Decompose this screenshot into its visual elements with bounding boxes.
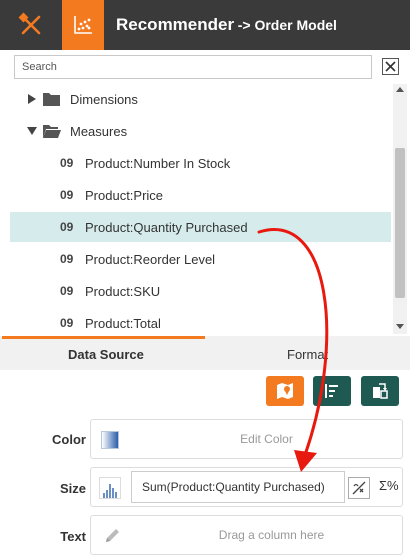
title-main: Recommender bbox=[116, 15, 235, 34]
scrollbar-thumb[interactable] bbox=[395, 148, 405, 298]
numeric-type-badge: 09 bbox=[60, 188, 74, 202]
measure-label: Product:Number In Stock bbox=[85, 155, 231, 171]
measure-label: Product:Total bbox=[85, 315, 161, 331]
measure-label: Product:Quantity Purchased bbox=[85, 219, 248, 235]
tab-data-source[interactable]: Data Source bbox=[68, 347, 144, 362]
title-subtitle: -> Order Model bbox=[237, 17, 337, 33]
sigma-percent-button[interactable]: Σ% bbox=[379, 478, 399, 493]
aggregate-formula-icon[interactable] bbox=[348, 477, 370, 499]
map-pin-icon bbox=[277, 383, 293, 399]
numeric-type-badge: 09 bbox=[60, 284, 74, 298]
open-folder-icon bbox=[43, 124, 61, 138]
clear-search-button[interactable] bbox=[382, 58, 399, 75]
tab-format[interactable]: Format bbox=[287, 347, 328, 362]
measure-item[interactable]: 09 Product:Reorder Level bbox=[10, 244, 391, 274]
tree-label-measures: Measures bbox=[70, 123, 128, 139]
close-icon bbox=[385, 61, 396, 72]
scatter-chart-icon bbox=[74, 16, 92, 34]
folder-icon bbox=[43, 92, 60, 106]
numeric-type-badge: 09 bbox=[60, 220, 74, 234]
size-field-pill[interactable]: Sum(Product:Quantity Purchased) bbox=[131, 471, 345, 503]
pencil-ruler-icon bbox=[18, 12, 41, 35]
text-dropzone[interactable]: Drag a column here bbox=[90, 515, 403, 555]
numeric-type-badge: 09 bbox=[60, 316, 74, 330]
caret-down-icon[interactable] bbox=[26, 125, 38, 137]
measure-item[interactable]: 09 Product:SKU bbox=[10, 276, 391, 306]
measure-item[interactable]: 09 Product:Total bbox=[10, 308, 391, 336]
color-label: Color bbox=[52, 432, 86, 447]
sort-bars-icon bbox=[325, 384, 338, 398]
drag-column-hint: Drag a column here bbox=[218, 528, 325, 542]
scroll-up-icon[interactable] bbox=[396, 86, 404, 94]
field-tree: Dimensions Measures 09 Product:Number In… bbox=[0, 84, 410, 336]
numeric-type-badge: 09 bbox=[60, 252, 74, 266]
app-window: Recommender -> Order Model Search Dimens… bbox=[0, 0, 410, 560]
page-title: Recommender -> Order Model bbox=[116, 15, 337, 35]
search-input[interactable]: Search bbox=[14, 55, 372, 79]
measure-item-selected[interactable]: 09 Product:Quantity Purchased bbox=[10, 212, 391, 242]
active-tab-indicator bbox=[2, 336, 205, 339]
tree-scrollbar[interactable] bbox=[393, 84, 407, 334]
size-chart-icon[interactable] bbox=[99, 477, 121, 499]
caret-right-icon[interactable] bbox=[26, 93, 38, 105]
sort-button[interactable] bbox=[313, 376, 351, 406]
tree-folder-dimensions[interactable]: Dimensions bbox=[10, 84, 391, 114]
measure-label: Product:Price bbox=[85, 187, 164, 203]
measure-item[interactable]: 09 Product:Number In Stock bbox=[10, 148, 391, 178]
tree-folder-measures[interactable]: Measures bbox=[10, 116, 391, 146]
chart-mode-button[interactable] bbox=[62, 0, 104, 50]
header-bar: Recommender -> Order Model bbox=[0, 0, 410, 50]
measure-label: Product:Reorder Level bbox=[85, 251, 216, 267]
color-dropzone[interactable]: Edit Color bbox=[90, 419, 403, 459]
size-label: Size bbox=[59, 481, 86, 496]
numeric-type-badge: 09 bbox=[60, 156, 74, 170]
edit-color-text: Edit Color bbox=[240, 432, 293, 446]
swap-button[interactable] bbox=[361, 376, 399, 406]
map-button[interactable] bbox=[266, 376, 304, 406]
panel-tabs: Data Source Format bbox=[0, 336, 410, 370]
swap-icon bbox=[373, 383, 388, 399]
measure-label: Product:SKU bbox=[85, 283, 161, 299]
measure-item[interactable]: 09 Product:Price bbox=[10, 180, 391, 210]
scroll-down-icon[interactable] bbox=[396, 322, 404, 330]
tree-label-dimensions: Dimensions bbox=[70, 91, 138, 107]
pencil-ruler-button[interactable] bbox=[8, 0, 54, 50]
text-label: Text bbox=[60, 529, 86, 544]
size-dropzone[interactable]: Sum(Product:Quantity Purchased) Σ% bbox=[90, 467, 403, 507]
